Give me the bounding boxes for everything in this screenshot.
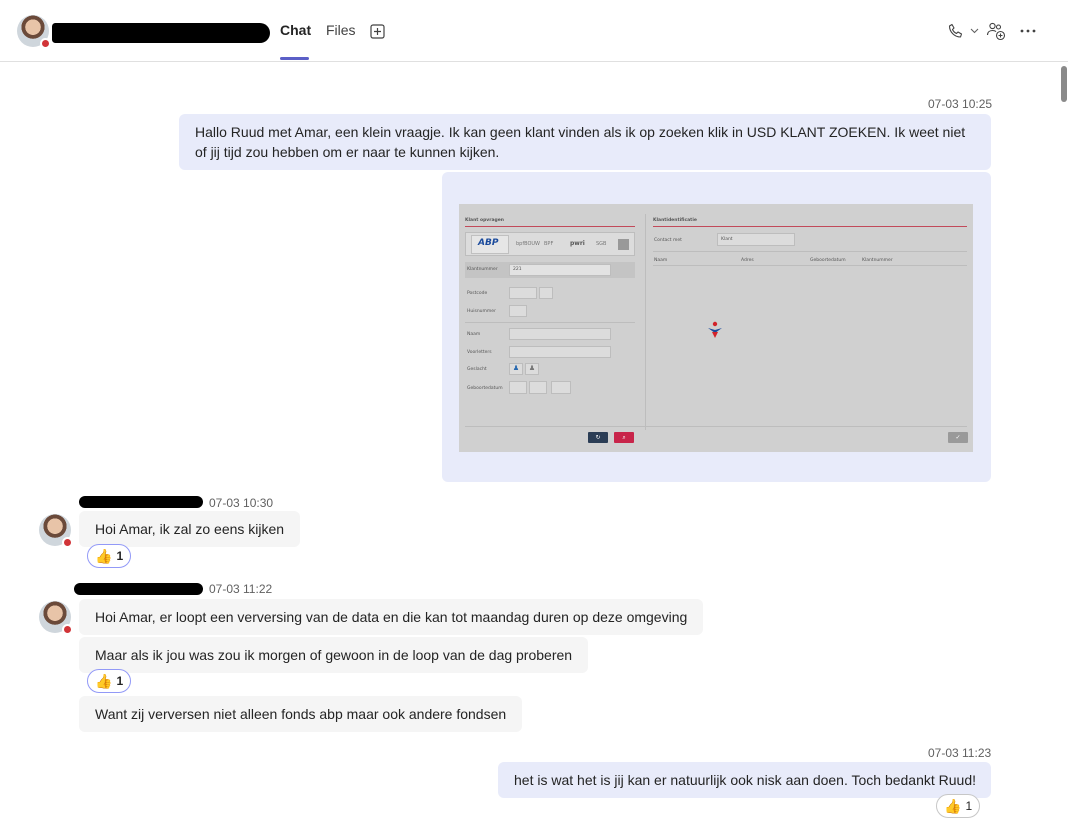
chat-header: Chat Files	[0, 0, 1068, 62]
screenshot-logo-box	[618, 239, 629, 250]
screenshot-label: Klantnummer	[467, 267, 498, 272]
screenshot-label: Postcode	[467, 291, 488, 296]
screenshot-reset-button: ↻	[588, 432, 608, 443]
screenshot-search-button: ⌕	[614, 432, 634, 443]
their-message-bubble[interactable]: Want zij verversen niet alleen fonds abp…	[79, 696, 523, 732]
message-text: Hoi Amar, er loopt een verversing van de…	[95, 609, 688, 625]
chat-scrollbar[interactable]	[1060, 62, 1068, 833]
screenshot-contact-value: Klant	[721, 237, 733, 242]
screenshot-divider	[653, 265, 967, 266]
screenshot-field	[529, 381, 547, 394]
screenshot-logo-bouw: bpfBOUW	[516, 241, 540, 247]
screenshot-logo-bar: ABP bpfBOUW BPF pwri SGB	[465, 232, 635, 256]
their-message-bubble[interactable]: Hoi Amar, er loopt een verversing van de…	[79, 599, 704, 635]
screenshot-bottom-divider	[465, 426, 967, 427]
chevron-down-icon[interactable]	[968, 25, 980, 37]
screenshot-divider	[653, 251, 967, 252]
thumbs-up-icon: 👍	[944, 797, 962, 814]
screenshot-logo-bpf: BPF	[544, 241, 554, 247]
active-tab-indicator	[280, 57, 309, 60]
their-message-bubble[interactable]: Hoi Amar, ik zal zo eens kijken	[79, 511, 301, 547]
message-timestamp: 07-03 11:22	[209, 582, 273, 596]
screenshot-left-title: Klant opvragen	[465, 218, 504, 223]
screenshot-label: Geboortedatum	[467, 386, 503, 391]
screenshot-column-header: Adres	[741, 258, 754, 263]
contact-avatar[interactable]	[17, 15, 51, 49]
reaction-count: 1	[116, 674, 124, 688]
call-icon[interactable]	[946, 21, 966, 41]
like-reaction[interactable]: 👍 1	[87, 544, 132, 568]
screenshot-column-header: Naam	[654, 258, 668, 263]
screenshot-logo-sgb: SGB	[596, 241, 607, 247]
thumbs-up-icon: 👍	[95, 547, 113, 564]
add-people-icon[interactable]	[985, 20, 1007, 42]
screenshot-divider	[653, 226, 967, 227]
screenshot-loading-spinner-icon	[707, 321, 723, 339]
my-message-bubble[interactable]: Hallo Ruud met Amar, een klein vraagje. …	[179, 114, 991, 170]
reaction-count: 1	[965, 799, 973, 813]
message-text: Maar als ik jou was zou ik morgen of gew…	[95, 647, 573, 663]
reaction-count: 1	[116, 549, 124, 563]
message-timestamp: 07-03 10:30	[209, 496, 274, 510]
message-timestamp: 07-03 11:23	[928, 746, 992, 760]
my-message-bubble[interactable]: het is wat het is jij kan er natuurlijk …	[498, 762, 991, 798]
message-text: Hoi Amar, ik zal zo eens kijken	[95, 521, 285, 537]
screenshot-field	[509, 346, 611, 358]
screenshot-label: Voorletters	[467, 350, 492, 355]
sender-avatar[interactable]	[39, 514, 73, 548]
tab-files[interactable]: Files	[326, 22, 356, 38]
add-tab-icon[interactable]	[368, 22, 386, 40]
message-timestamp: 07-03 10:25	[928, 97, 993, 111]
tab-chat[interactable]: Chat	[280, 22, 311, 38]
contact-name-redacted	[52, 23, 270, 43]
screenshot-gender-female: ♟	[525, 363, 539, 375]
screenshot-klantnummer-value: 221	[513, 267, 522, 272]
their-message-bubble[interactable]: Maar als ik jou was zou ik morgen of gew…	[79, 637, 589, 673]
screenshot-gender-male: ♟	[509, 363, 523, 375]
screenshot-field	[509, 328, 611, 340]
screenshot-vertical-divider	[645, 214, 646, 430]
screenshot-label: Naam	[467, 332, 481, 337]
attached-screenshot-image[interactable]: Klant opvragen Klantidentificatie ABP bp…	[459, 204, 973, 452]
presence-busy-icon	[40, 38, 51, 49]
sender-name-redacted	[79, 496, 203, 508]
screenshot-field	[509, 287, 537, 299]
message-text: Want zij verversen niet alleen fonds abp…	[95, 706, 507, 722]
screenshot-label: Geslacht	[467, 367, 487, 372]
presence-busy-icon	[62, 624, 73, 635]
screenshot-field	[539, 287, 553, 299]
screenshot-field	[509, 305, 527, 317]
like-reaction[interactable]: 👍 1	[87, 669, 132, 693]
screenshot-divider	[465, 322, 635, 323]
screenshot-column-header: Klantnummer	[862, 258, 893, 263]
screenshot-confirm-button: ✓	[948, 432, 968, 443]
screenshot-field	[551, 381, 571, 394]
message-text: Hallo Ruud met Amar, een klein vraagje. …	[195, 124, 966, 160]
like-reaction[interactable]: 👍 1	[936, 794, 981, 818]
thumbs-up-icon: 👍	[95, 672, 113, 689]
message-text: het is wat het is jij kan er natuurlijk …	[514, 772, 977, 788]
screenshot-contact-label: Contact met	[654, 238, 682, 243]
screenshot-logo-abp: ABP	[478, 238, 499, 248]
screenshot-divider	[465, 226, 635, 227]
screenshot-right-title: Klantidentificatie	[653, 218, 697, 223]
screenshot-column-header: Geboortedatum	[810, 258, 846, 263]
presence-busy-icon	[62, 537, 73, 548]
sender-avatar[interactable]	[39, 601, 73, 635]
screenshot-klantnummer-field	[509, 264, 611, 276]
sender-name-redacted	[74, 583, 203, 595]
screenshot-label: Huisnummer	[467, 309, 496, 314]
screenshot-logo-pwri: pwri	[570, 240, 585, 247]
scrollbar-thumb[interactable]	[1061, 66, 1067, 102]
more-options-icon[interactable]	[1018, 21, 1038, 41]
screenshot-field	[509, 381, 527, 394]
